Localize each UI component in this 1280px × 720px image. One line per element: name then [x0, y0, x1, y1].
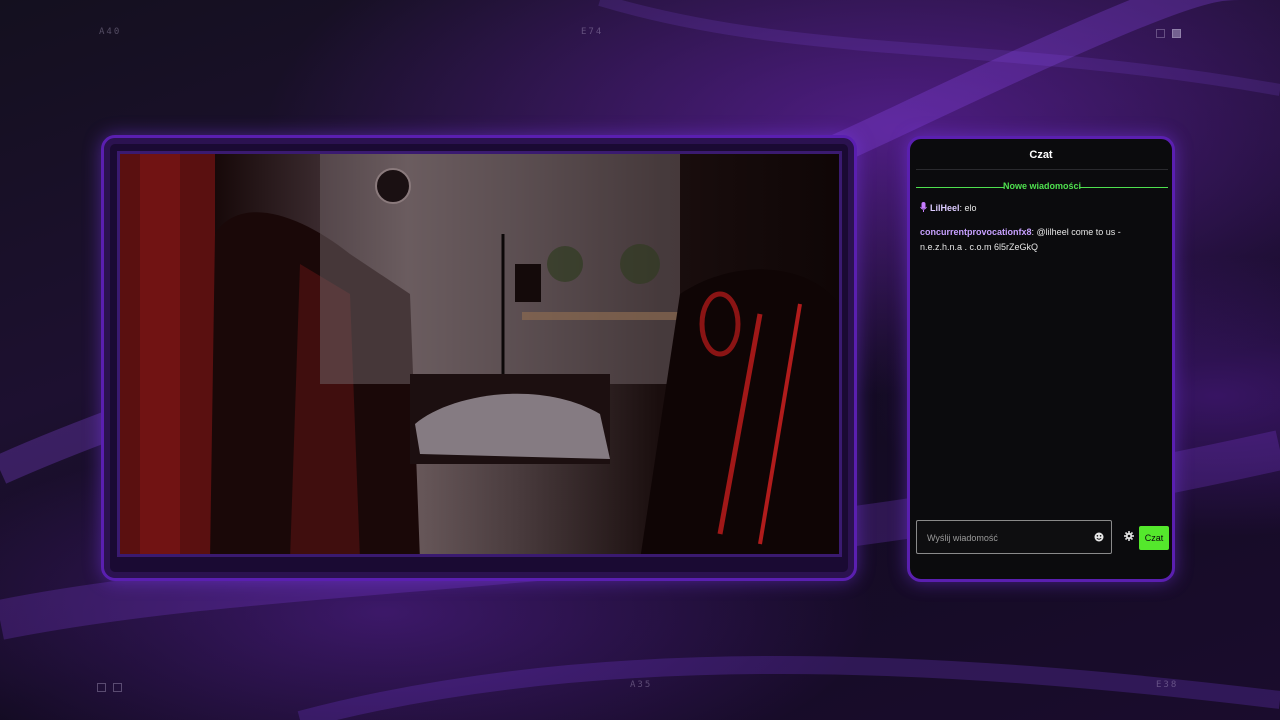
microphone-icon	[920, 202, 927, 212]
corner-label-bottom-right: E38	[1156, 680, 1179, 690]
send-chat-button[interactable]: Czat	[1139, 526, 1169, 550]
message-username[interactable]: concurrentprovocationfx8	[920, 227, 1032, 237]
webcam-scene	[120, 154, 839, 554]
chat-message-input[interactable]	[925, 521, 1089, 555]
corner-square-outline	[113, 683, 122, 692]
new-messages-label: Nowe wiadomości	[1002, 181, 1082, 191]
corner-label-top-left: A40	[99, 27, 122, 37]
message-username[interactable]: LilHeel	[930, 203, 960, 213]
corner-label-top-center: E74	[581, 27, 604, 37]
corner-square-outline	[97, 683, 106, 692]
new-messages-divider: Nowe wiadomości	[916, 181, 1168, 195]
webcam-video	[117, 151, 842, 557]
chat-panel: Czat Nowe wiadomości LilHeel: elo concur…	[907, 136, 1175, 582]
divider	[916, 169, 1168, 170]
gear-icon[interactable]	[1123, 530, 1135, 542]
chat-message: LilHeel: elo	[920, 201, 1160, 216]
chat-input-box[interactable]	[916, 520, 1112, 555]
corner-label-bottom-center: A35	[630, 680, 653, 690]
emoji-icon[interactable]	[1094, 531, 1104, 543]
chat-message: concurrentprovocationfx8: @lilheel come …	[920, 225, 1160, 255]
corner-square-filled	[1172, 29, 1181, 38]
divider-line-right	[1080, 187, 1168, 188]
chat-title: Czat	[1029, 149, 1053, 161]
corner-square-outline	[1156, 29, 1165, 38]
message-text: elo	[964, 203, 977, 213]
